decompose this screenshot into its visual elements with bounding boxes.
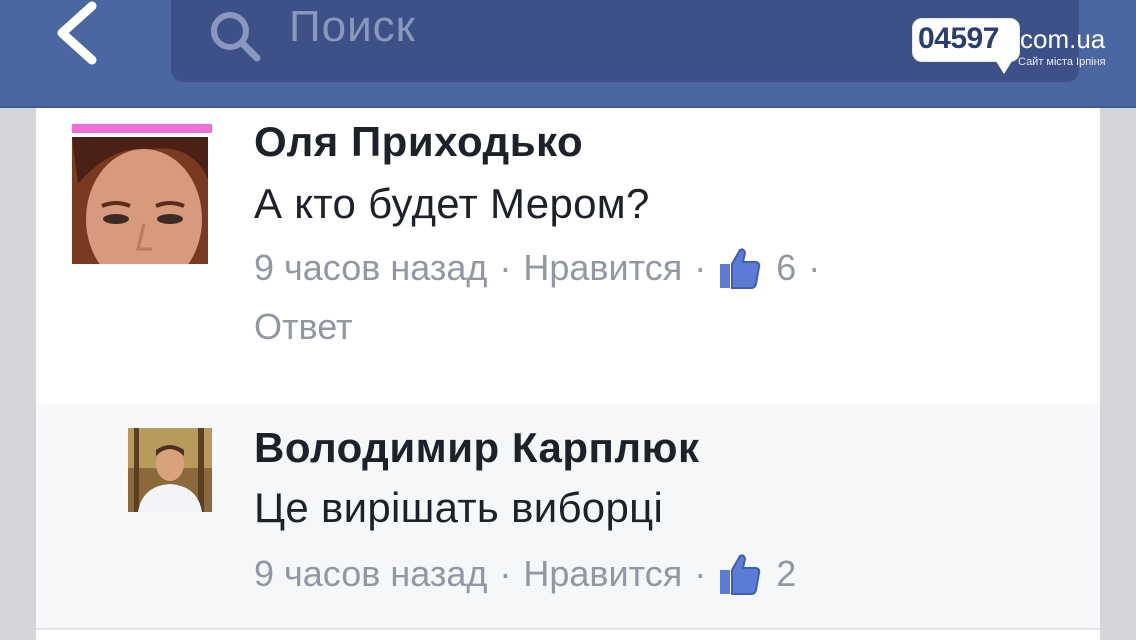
like-button[interactable]: Нравится: [523, 553, 682, 595]
watermark-bubble-tail: [994, 58, 1014, 74]
top-bar: Поиск 04597 com.ua Сайт міста Ірпіня: [0, 0, 1136, 108]
watermark-domain: com.ua: [1020, 24, 1106, 54]
comment-author[interactable]: Володимир Карплюк: [254, 424, 699, 472]
thumbs-up-icon[interactable]: [718, 552, 762, 596]
site-watermark: 04597 com.ua Сайт міста Ірпіня: [908, 14, 1128, 84]
meta-separator: ·: [499, 247, 512, 288]
back-button[interactable]: [40, 0, 120, 70]
divider: [36, 628, 1100, 630]
meta-separator: ·: [694, 553, 707, 594]
comment-time: 9 часов назад: [254, 553, 488, 594]
like-count: 6: [776, 247, 797, 288]
avatar[interactable]: [128, 428, 212, 512]
comment-meta: 9 часов назад · Нравится · 2: [254, 552, 796, 596]
watermark-subtitle: Сайт міста Ірпіня: [1018, 56, 1106, 68]
like-count: 2: [776, 553, 797, 594]
avatar[interactable]: [72, 124, 212, 264]
reply-button[interactable]: Ответ: [254, 306, 353, 348]
comment-text: Це вирішать виборці: [254, 484, 664, 531]
thumbs-up-icon[interactable]: [718, 246, 762, 290]
search-icon: [211, 12, 261, 62]
comment-meta: 9 часов назад · Нравится · 6 ·: [254, 246, 832, 290]
meta-separator: ·: [499, 553, 512, 594]
comment-author[interactable]: Оля Приходько: [254, 118, 583, 166]
like-button[interactable]: Нравится: [523, 247, 682, 289]
search-placeholder: Поиск: [289, 2, 416, 51]
avatar-photo: [72, 124, 212, 264]
meta-separator: ·: [808, 247, 821, 288]
back-chevron-icon: [57, 1, 97, 65]
watermark-number: 04597: [918, 22, 999, 55]
comment-time: 9 часов назад: [254, 247, 488, 288]
meta-separator: ·: [694, 247, 707, 288]
avatar-photo: [128, 428, 212, 512]
comment-text: А кто будет Мером?: [254, 180, 650, 227]
